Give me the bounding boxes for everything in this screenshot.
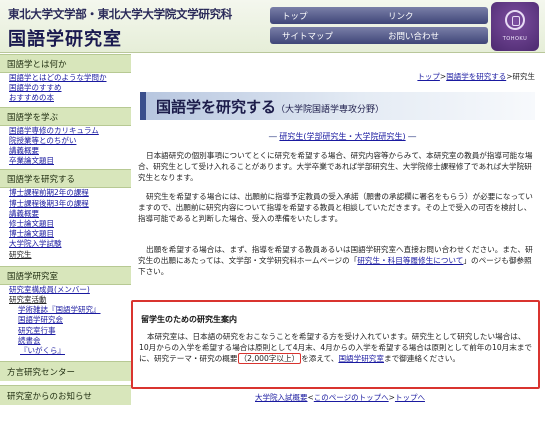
sidebar-link[interactable]: 大学院入学試験 [0,239,131,249]
logo-text: TOHOKU [502,36,528,42]
sidebar-news[interactable]: 研究室からのお知らせ [0,385,131,406]
research-student-info-link[interactable]: 研究生・科目等履修生について [357,256,463,265]
research-office-link[interactable]: 国語学研究室 [338,354,384,363]
sidebar-link[interactable]: 博士課程後期3年の課程 [0,199,131,209]
sidebar-sublink[interactable]: 読書会 [0,336,131,346]
logo-emblem-icon [505,10,525,30]
sidebar-link[interactable]: 国語学のすすめ [0,83,131,93]
sidebar-link[interactable]: 研究室活動 [0,295,131,305]
notice-body: 本研究室は、日本語の研究をおこなうことを希望する方を受け入れています。研究生とし… [139,331,535,365]
nav-contact-button[interactable]: お問い合わせ [376,27,488,44]
university-logo[interactable]: TOHOKU [491,2,539,51]
notice-text-mid: を添えて、 [301,354,339,364]
breadcrumb-top[interactable]: トップ [417,72,440,81]
notice-highlight: （2,000字以上） [237,353,302,365]
site-title: 国語学研究室 [8,29,122,50]
sidebar-link[interactable]: 博士論文題目 [0,229,131,239]
sidebar-link[interactable]: おすすめの本 [0,93,131,103]
sidebar-link[interactable]: 卒業論文題目 [0,156,131,166]
sidebar-dialect-center[interactable]: 方言研究センター [0,361,131,382]
site-header: 東北大学文学部・東北大学大学院文学研究科 国語学研究室 トップ リンク サイトマ… [0,0,545,53]
international-student-notice: 留学生のための研究生案内 本研究室は、日本語の研究をおこなうことを希望する方を受… [131,300,540,389]
section-dash: ― [408,132,417,141]
paragraph-contact: 出願を希望する場合は、まず、指導を希望する教員あるいは国語学研究室へ直接お問い合… [138,244,536,277]
sidebar-link[interactable]: 博士課程前期2年の課程 [0,188,131,198]
breadcrumb: トップ>国語学を研究する>研究生 [417,71,535,82]
sidebar-sublink[interactable]: 『いがくら』 [0,346,131,356]
sidebar-link[interactable]: 国語学とはどのような学問か [0,73,131,83]
page-title: 国語学を研究する [156,98,277,116]
notice-title: 留学生のための研究生案内 [141,315,237,324]
footer-nav-page-top[interactable]: このページのトップへ [314,393,389,402]
sidebar-link[interactable]: 講義概要 [0,209,131,219]
site-title-block[interactable]: 東北大学文学部・東北大学大学院文学研究科 国語学研究室 [8,6,232,51]
nav-sitemap-button[interactable]: サイトマップ [270,27,382,44]
section-dash: ― [268,132,277,141]
sidebar-section-title[interactable]: 国語学を学ぶ [0,106,131,126]
page-heading: 国語学を研究する（大学院国語学専攻分野） [140,92,535,120]
page-title-sub: （大学院国語学専攻分野） [276,105,385,115]
footer-nav: 大学院入試概要<このページのトップへ>トップへ [255,392,425,403]
section-title-link[interactable]: 研究生(学部研究生・大学院研究生) [279,132,405,141]
section-title: ― 研究生(学部研究生・大学院研究生) ― [0,131,545,142]
sidebar-section-title[interactable]: 国語学を研究する [0,169,131,189]
nav-top-button[interactable]: トップ [270,7,382,24]
sidebar-section-title[interactable]: 国語学研究室 [0,265,131,285]
sidebar-link[interactable]: 講義概要 [0,146,131,156]
notice-text-end: まで御連絡ください。 [384,354,460,364]
sidebar-sublink[interactable]: 研究室行事 [0,326,131,336]
paragraph-intro: 日本語研究の個別事項についてとくに研究を希望する場合、研究内容等からみて、本研究… [138,151,533,183]
nav-link-button[interactable]: リンク [376,7,488,24]
sidebar-sublink[interactable]: 国語学研究会 [0,315,131,325]
breadcrumb-research[interactable]: 国語学を研究する [446,72,506,81]
sidebar: 国語学とは何か 国語学とはどのような学問か 国語学のすすめ おすすめの本 国語学… [0,54,131,421]
sidebar-section-title[interactable]: 国語学とは何か [0,54,131,73]
sidebar-link[interactable]: 修士論文題目 [0,219,131,229]
footer-nav-top[interactable]: トップへ [395,393,425,402]
sidebar-sublink[interactable]: 学術雑誌『国語学研究』 [0,305,131,315]
sidebar-link-current[interactable]: 研究生 [0,250,131,260]
site-subtitle: 東北大学文学部・東北大学大学院文学研究科 [8,7,232,21]
footer-nav-prev[interactable]: 大学院入試概要 [255,393,308,402]
sidebar-link[interactable]: 研究室構成員(メンバー) [0,285,131,295]
breadcrumb-current: 研究生 [512,72,536,81]
paragraph-application: 研究生を希望する場合には、出願前に指導予定教員の受入承諾（願書の承認欄に署名をも… [138,192,533,224]
